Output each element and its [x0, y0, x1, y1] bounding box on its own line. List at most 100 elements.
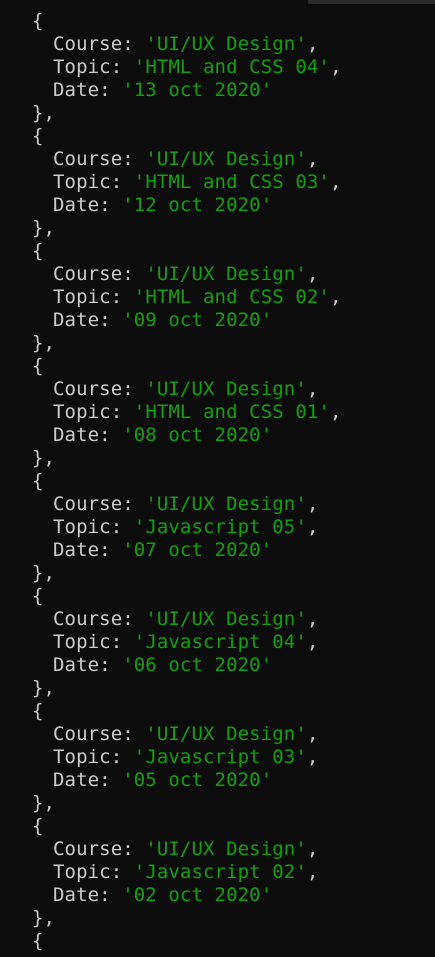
comma: , [306, 838, 319, 860]
close-brace: }, [32, 102, 56, 124]
open-brace: { [32, 815, 44, 837]
open-brace: { [32, 700, 44, 722]
date-value: '07 oct 2020' [122, 539, 273, 561]
course-value: 'UI/UX Design' [145, 378, 307, 400]
comma: , [306, 263, 319, 285]
topic-value: 'Javascript 05' [133, 516, 307, 538]
open-brace: { [32, 10, 44, 32]
course-value: 'UI/UX Design' [145, 493, 307, 515]
console-output: {Course: 'UI/UX Design', Topic: 'HTML and… [0, 0, 435, 957]
topic-key: Topic: [53, 746, 134, 768]
course-key: Course: [53, 33, 146, 55]
close-brace: }, [32, 792, 56, 814]
course-value: 'UI/UX Design' [145, 723, 307, 745]
date-value: '13 oct 2020' [122, 79, 273, 101]
comma: , [329, 56, 342, 78]
open-brace-line: { [0, 355, 435, 378]
topic-key: Topic: [53, 631, 134, 653]
date-value: '08 oct 2020' [122, 424, 273, 446]
course-line: Course: 'UI/UX Design', [0, 263, 435, 286]
date-key: Date: [53, 654, 123, 676]
comma: , [306, 723, 319, 745]
course-line: Course: 'UI/UX Design', [0, 148, 435, 171]
date-key: Date: [53, 79, 123, 101]
close-brace-line: }, [0, 677, 435, 700]
topic-value: 'HTML and CSS 02' [133, 286, 330, 308]
course-key: Course: [53, 723, 146, 745]
date-key: Date: [53, 769, 123, 791]
course-line: Course: 'UI/UX Design', [0, 378, 435, 401]
course-key: Course: [53, 608, 146, 630]
open-brace: { [32, 585, 44, 607]
open-brace-line: { [0, 240, 435, 263]
close-brace: }, [32, 447, 56, 469]
comma: , [306, 861, 319, 883]
date-value: '09 oct 2020' [122, 309, 273, 331]
date-line: Date: '07 oct 2020' [0, 539, 435, 562]
date-value: '02 oct 2020' [122, 884, 273, 906]
topic-key: Topic: [53, 56, 134, 78]
open-brace: { [32, 240, 44, 262]
close-brace: }, [32, 332, 56, 354]
course-value: 'UI/UX Design' [145, 608, 307, 630]
topic-line: Topic: 'HTML and CSS 04', [0, 56, 435, 79]
course-key: Course: [53, 493, 146, 515]
comma: , [306, 148, 319, 170]
open-brace-line: { [0, 585, 435, 608]
topic-key: Topic: [53, 171, 134, 193]
close-brace: }, [32, 217, 56, 239]
open-brace-line: { [0, 10, 435, 33]
comma: , [329, 171, 342, 193]
date-value: '12 oct 2020' [122, 194, 273, 216]
date-line: Date: '05 oct 2020' [0, 769, 435, 792]
date-key: Date: [53, 194, 123, 216]
course-key: Course: [53, 838, 146, 860]
close-brace-line: }, [0, 332, 435, 355]
topic-line: Topic: 'Javascript 03', [0, 746, 435, 769]
topic-value: 'Javascript 03' [133, 746, 307, 768]
topic-key: Topic: [53, 861, 134, 883]
topic-line: Topic: 'HTML and CSS 03', [0, 171, 435, 194]
close-brace: }, [32, 907, 56, 929]
course-line: Course: 'UI/UX Design', [0, 608, 435, 631]
open-brace: { [32, 930, 44, 952]
topic-key: Topic: [53, 401, 134, 423]
close-brace-line: }, [0, 792, 435, 815]
topic-line: Topic: 'HTML and CSS 02', [0, 286, 435, 309]
comma: , [306, 746, 319, 768]
course-line: Course: 'UI/UX Design', [0, 723, 435, 746]
topic-value: 'HTML and CSS 04' [133, 56, 330, 78]
open-brace-line: { [0, 930, 435, 953]
close-brace-line: }, [0, 447, 435, 470]
close-brace-line: }, [0, 907, 435, 930]
topic-value: 'HTML and CSS 01' [133, 401, 330, 423]
course-line: Course: 'UI/UX Design', [0, 838, 435, 861]
comma: , [306, 493, 319, 515]
course-value: 'UI/UX Design' [145, 838, 307, 860]
date-key: Date: [53, 884, 123, 906]
close-brace-line: }, [0, 217, 435, 240]
comma: , [306, 33, 319, 55]
course-value: 'UI/UX Design' [145, 148, 307, 170]
date-key: Date: [53, 539, 123, 561]
open-brace-line: { [0, 700, 435, 723]
open-brace: { [32, 125, 44, 147]
course-key: Course: [53, 148, 146, 170]
close-brace-line: }, [0, 562, 435, 585]
date-line: Date: '08 oct 2020' [0, 424, 435, 447]
topic-line: Topic: 'HTML and CSS 01', [0, 401, 435, 424]
open-brace-line: { [0, 815, 435, 838]
close-brace: }, [32, 677, 56, 699]
course-line: Course: 'UI/UX Design', [0, 493, 435, 516]
date-key: Date: [53, 309, 123, 331]
topic-line: Topic: 'Javascript 02', [0, 861, 435, 884]
course-value: 'UI/UX Design' [145, 263, 307, 285]
close-brace: }, [32, 562, 56, 584]
topic-line: Topic: 'Javascript 04', [0, 631, 435, 654]
date-line: Date: '12 oct 2020' [0, 194, 435, 217]
comma: , [329, 286, 342, 308]
course-key: Course: [53, 263, 146, 285]
comma: , [306, 631, 319, 653]
date-line: Date: '09 oct 2020' [0, 309, 435, 332]
date-key: Date: [53, 424, 123, 446]
